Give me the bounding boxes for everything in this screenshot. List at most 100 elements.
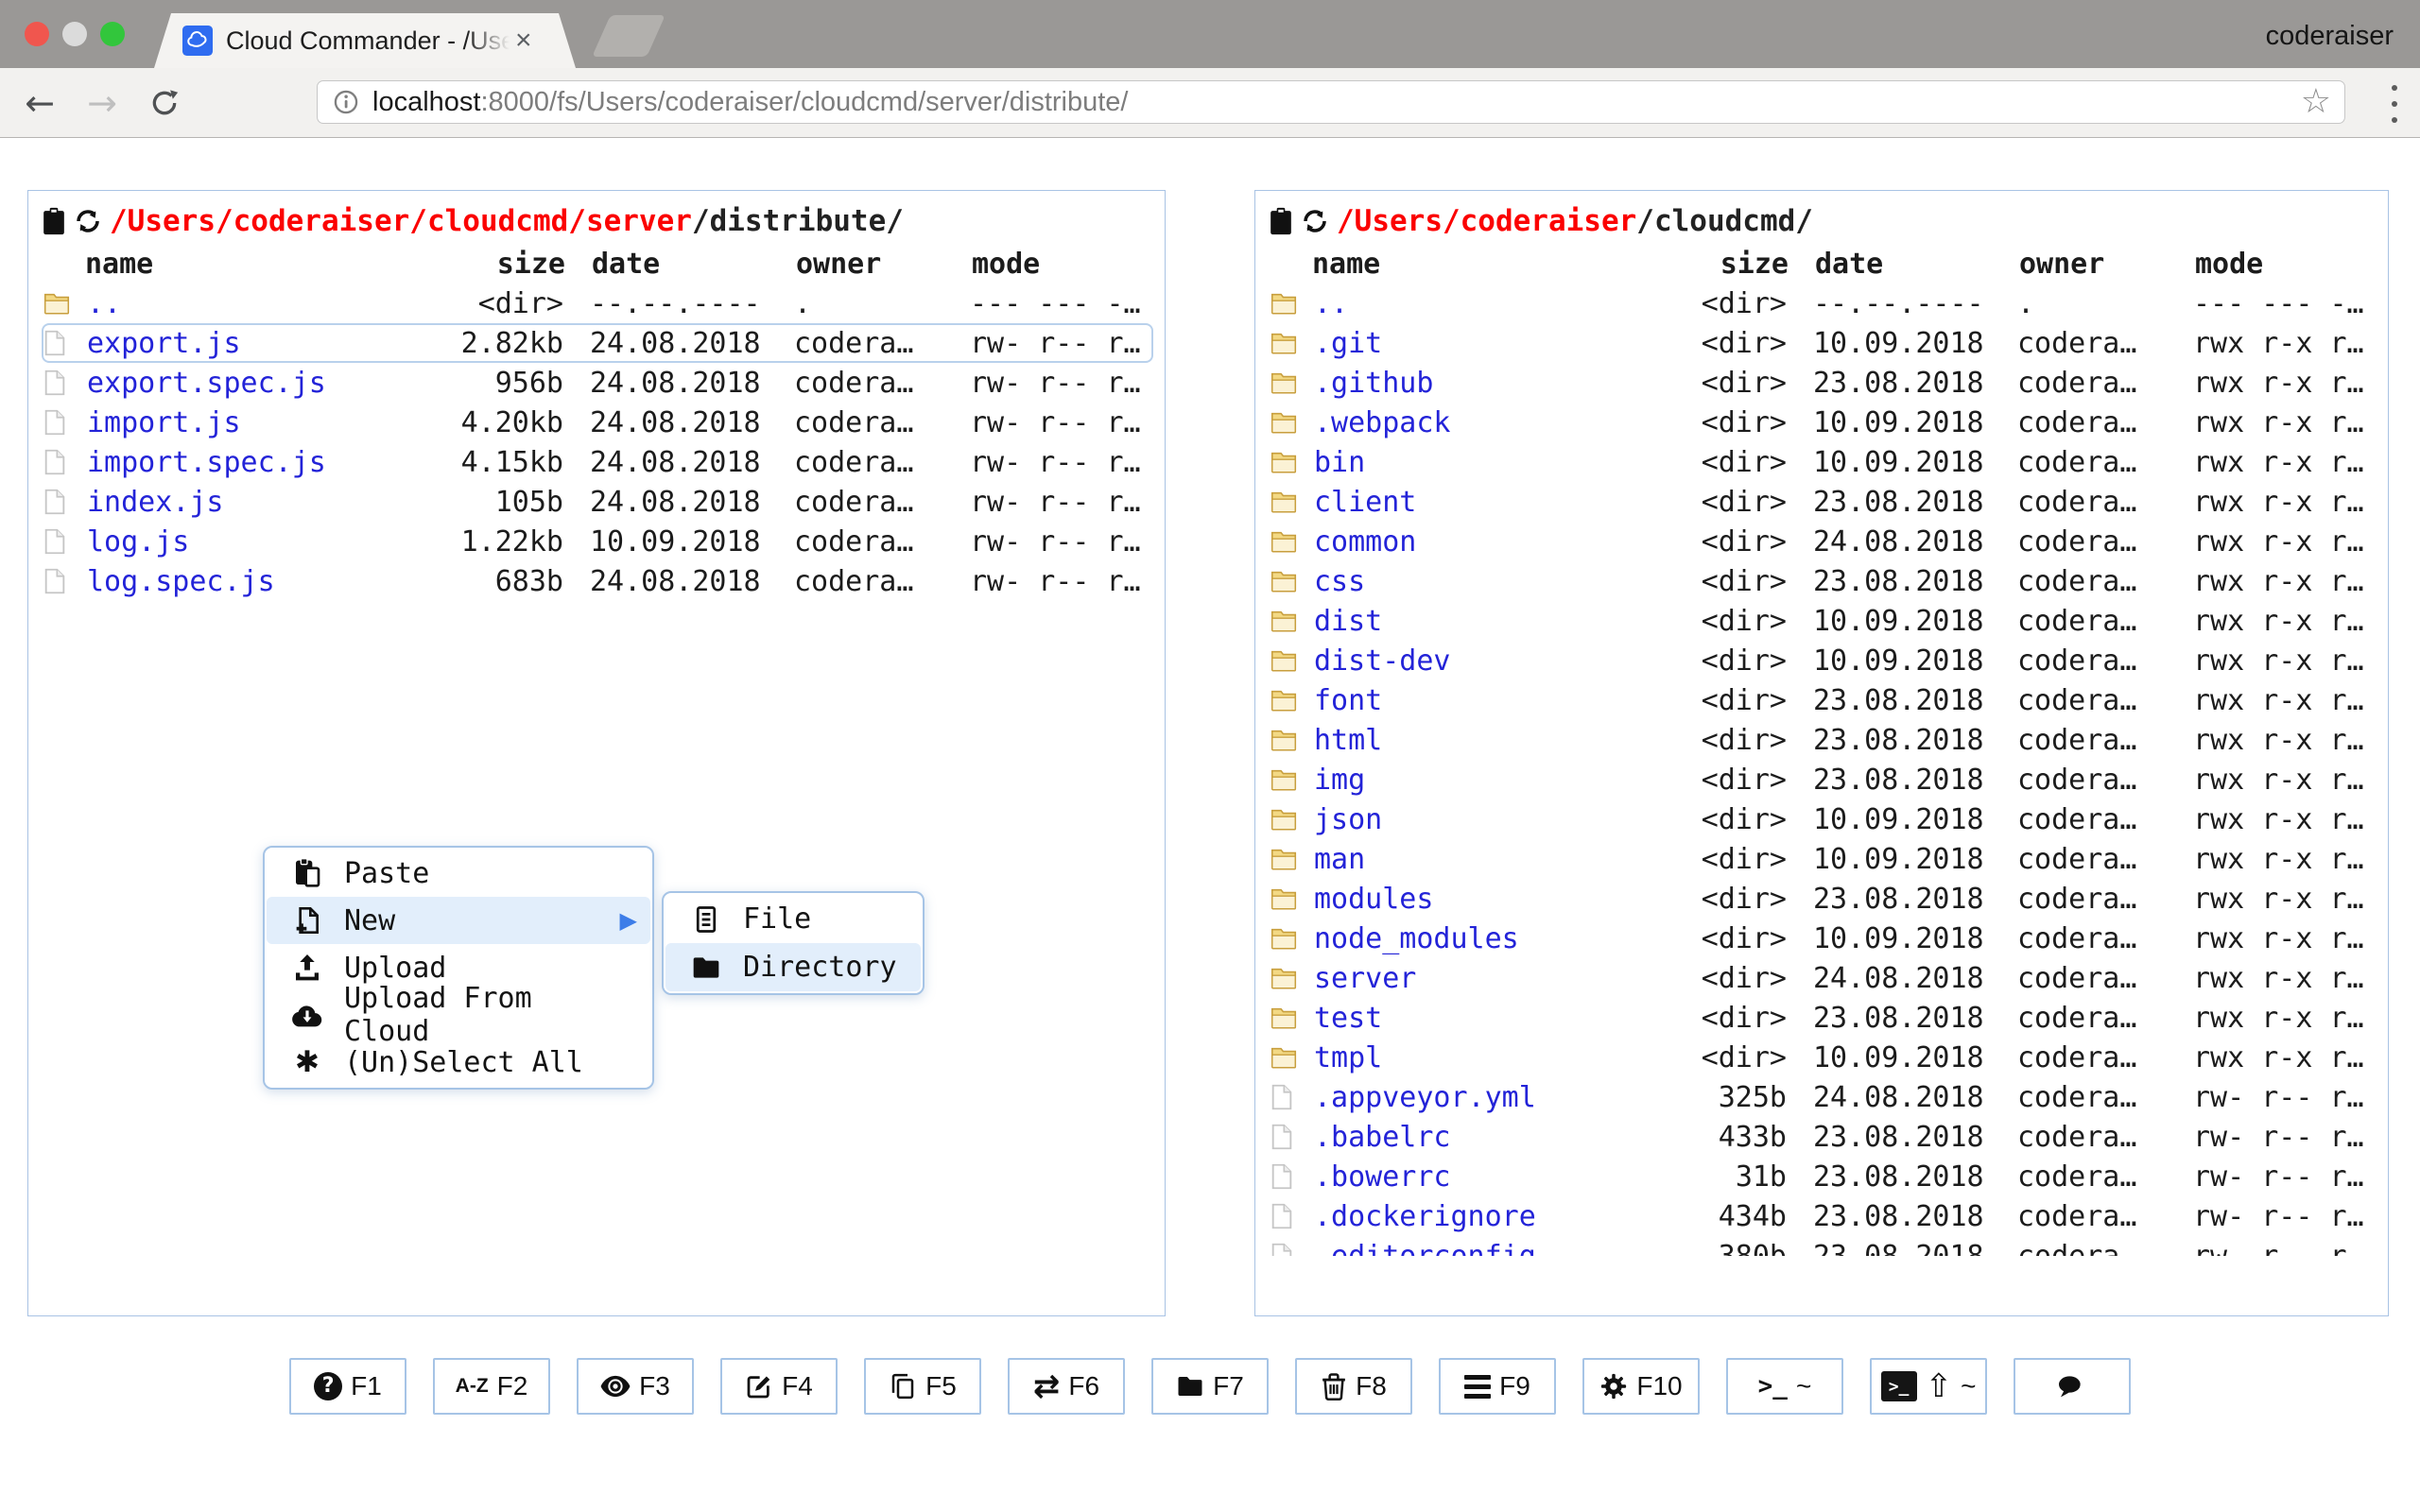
header-size[interactable]: size xyxy=(1654,248,1789,281)
file-row[interactable]: .dockerignore 434b 23.08.2018 codera… rw… xyxy=(1269,1196,2377,1236)
window-zoom-button[interactable] xyxy=(100,22,125,46)
move-button[interactable]: ⇄ F6 xyxy=(1008,1358,1125,1415)
chat-button[interactable] xyxy=(2014,1358,2131,1415)
window-close-button[interactable] xyxy=(25,22,49,46)
menu-button[interactable]: F9 xyxy=(1439,1358,1556,1415)
file-row[interactable]: node_modules <dir> 10.09.2018 codera… rw… xyxy=(1269,919,2377,958)
browser-tab[interactable]: Cloud Commander - /Users/co × xyxy=(154,13,576,68)
file-row[interactable]: .editorconfig 380b 23.08.2018 codera… rw… xyxy=(1269,1236,2377,1256)
file-name-link[interactable]: dist-dev xyxy=(1314,644,1652,678)
file-row[interactable]: css <dir> 23.08.2018 codera… rwx r-x r… xyxy=(1269,561,2377,601)
file-row[interactable]: .. <dir> --.--.---- . --- --- -… xyxy=(1269,284,2377,323)
help-button[interactable]: ? F1 xyxy=(289,1358,406,1415)
file-name-link[interactable]: .bowerrc xyxy=(1314,1160,1652,1194)
console-button[interactable]: >_ ~ xyxy=(1726,1358,1843,1415)
file-row[interactable]: index.js 105b 24.08.2018 codera… rw- r--… xyxy=(42,482,1153,522)
edit-button[interactable]: F4 xyxy=(720,1358,838,1415)
path-parent-link[interactable]: /coderaiser xyxy=(216,204,409,238)
file-name-link[interactable]: .. xyxy=(1314,287,1652,320)
file-name-link[interactable]: common xyxy=(1314,525,1652,558)
file-row[interactable]: server <dir> 24.08.2018 codera… rwx r-x … xyxy=(1269,958,2377,998)
refresh-icon[interactable] xyxy=(74,207,102,235)
reload-icon[interactable] xyxy=(138,68,191,138)
file-row[interactable]: log.spec.js 683b 24.08.2018 codera… rw- … xyxy=(42,561,1153,601)
browser-profile-name[interactable]: coderaiser xyxy=(2266,21,2394,52)
copy-to-clipboard-icon[interactable] xyxy=(1269,206,1293,236)
path-parent-link[interactable]: /cloudcmd xyxy=(409,204,568,238)
file-name-link[interactable]: .git xyxy=(1314,327,1652,360)
file-name-link[interactable]: export.spec.js xyxy=(87,367,429,400)
file-name-link[interactable]: dist xyxy=(1314,605,1652,638)
file-row[interactable]: .babelrc 433b 23.08.2018 codera… rw- r--… xyxy=(1269,1117,2377,1157)
file-row[interactable]: export.spec.js 956b 24.08.2018 codera… r… xyxy=(42,363,1153,403)
file-name-link[interactable]: import.js xyxy=(87,406,429,439)
file-name-link[interactable]: client xyxy=(1314,486,1652,519)
file-row[interactable]: test <dir> 23.08.2018 codera… rwx r-x r… xyxy=(1269,998,2377,1038)
file-name-link[interactable]: html xyxy=(1314,724,1652,757)
file-row[interactable]: import.spec.js 4.15kb 24.08.2018 codera…… xyxy=(42,442,1153,482)
delete-button[interactable]: F8 xyxy=(1295,1358,1412,1415)
header-owner[interactable]: owner xyxy=(2019,248,2159,281)
url-text[interactable]: localhost:8000/fs/Users/coderaiser/cloud… xyxy=(372,87,1128,118)
file-row[interactable]: json <dir> 10.09.2018 codera… rwx r-x r… xyxy=(1269,799,2377,839)
file-name-link[interactable]: export.js xyxy=(87,327,429,360)
menu-item-upload-from-cloud[interactable]: Upload From Cloud xyxy=(267,991,650,1039)
header-name[interactable]: name xyxy=(1312,248,1654,281)
terminal-button[interactable]: >_ ⇧ ~ xyxy=(1870,1358,1987,1415)
file-row[interactable]: .. <dir> --.--.---- . --- --- -… xyxy=(42,284,1153,323)
file-name-link[interactable]: css xyxy=(1314,565,1652,598)
file-name-link[interactable]: font xyxy=(1314,684,1652,717)
path-parent-link[interactable]: /Users xyxy=(110,204,216,238)
header-date[interactable]: date xyxy=(1815,248,1995,281)
header-name[interactable]: name xyxy=(85,248,431,281)
file-row[interactable]: .bowerrc 31b 23.08.2018 codera… rw- r-- … xyxy=(1269,1157,2377,1196)
bookmark-star-icon[interactable]: ☆ xyxy=(2301,85,2331,119)
submenu-item-directory[interactable]: Directory xyxy=(666,943,921,991)
tab-close-icon[interactable]: × xyxy=(515,26,532,55)
file-row[interactable]: import.js 4.20kb 24.08.2018 codera… rw- … xyxy=(42,403,1153,442)
file-name-link[interactable]: import.spec.js xyxy=(87,446,429,479)
file-name-link[interactable]: modules xyxy=(1314,883,1652,916)
header-mode[interactable]: mode xyxy=(972,248,1153,281)
file-name-link[interactable]: man xyxy=(1314,843,1652,876)
file-name-link[interactable]: .github xyxy=(1314,367,1652,400)
back-icon[interactable]: ← xyxy=(13,68,66,138)
refresh-icon[interactable] xyxy=(1301,207,1329,235)
browser-menu-icon[interactable] xyxy=(2390,85,2399,123)
window-minimize-button[interactable] xyxy=(62,22,87,46)
column-headers[interactable]: name size date owner mode xyxy=(1269,244,2377,284)
file-name-link[interactable]: test xyxy=(1314,1002,1652,1035)
menu-item-new[interactable]: New ▶ xyxy=(267,897,650,944)
file-row[interactable]: man <dir> 10.09.2018 codera… rwx r-x r… xyxy=(1269,839,2377,879)
header-date[interactable]: date xyxy=(592,248,771,281)
file-name-link[interactable]: .webpack xyxy=(1314,406,1652,439)
new-folder-button[interactable]: F7 xyxy=(1151,1358,1269,1415)
address-bar[interactable]: localhost:8000/fs/Users/coderaiser/cloud… xyxy=(317,80,2345,124)
new-tab-button[interactable] xyxy=(592,15,666,57)
file-row[interactable]: modules <dir> 23.08.2018 codera… rwx r-x… xyxy=(1269,879,2377,919)
file-row[interactable]: dist-dev <dir> 10.09.2018 codera… rwx r-… xyxy=(1269,641,2377,680)
file-row[interactable]: .appveyor.yml 325b 24.08.2018 codera… rw… xyxy=(1269,1077,2377,1117)
menu-item-paste[interactable]: Paste xyxy=(267,850,650,897)
file-name-link[interactable]: index.js xyxy=(87,486,429,519)
file-row[interactable]: dist <dir> 10.09.2018 codera… rwx r-x r… xyxy=(1269,601,2377,641)
file-name-link[interactable]: .editorconfig xyxy=(1314,1240,1652,1257)
file-row[interactable]: common <dir> 24.08.2018 codera… rwx r-x … xyxy=(1269,522,2377,561)
submenu-item-file[interactable]: File xyxy=(666,895,921,943)
file-row[interactable]: .webpack <dir> 10.09.2018 codera… rwx r-… xyxy=(1269,403,2377,442)
file-row[interactable]: client <dir> 23.08.2018 codera… rwx r-x … xyxy=(1269,482,2377,522)
config-button[interactable]: F10 xyxy=(1582,1358,1700,1415)
copy-to-clipboard-icon[interactable] xyxy=(42,206,66,236)
file-row[interactable]: .github <dir> 23.08.2018 codera… rwx r-x… xyxy=(1269,363,2377,403)
path-parent-link[interactable]: /Users xyxy=(1337,204,1443,238)
column-headers[interactable]: name size date owner mode xyxy=(42,244,1153,284)
file-row[interactable]: font <dir> 23.08.2018 codera… rwx r-x r… xyxy=(1269,680,2377,720)
file-name-link[interactable]: .dockerignore xyxy=(1314,1200,1652,1233)
rename-button[interactable]: A-Z F2 xyxy=(433,1358,550,1415)
menu-item-unselect-all[interactable]: ✱ (Un)Select All xyxy=(267,1039,650,1086)
header-owner[interactable]: owner xyxy=(796,248,936,281)
file-name-link[interactable]: tmpl xyxy=(1314,1041,1652,1074)
file-row[interactable]: tmpl <dir> 10.09.2018 codera… rwx r-x r… xyxy=(1269,1038,2377,1077)
file-name-link[interactable]: log.js xyxy=(87,525,429,558)
file-name-link[interactable]: node_modules xyxy=(1314,922,1652,955)
